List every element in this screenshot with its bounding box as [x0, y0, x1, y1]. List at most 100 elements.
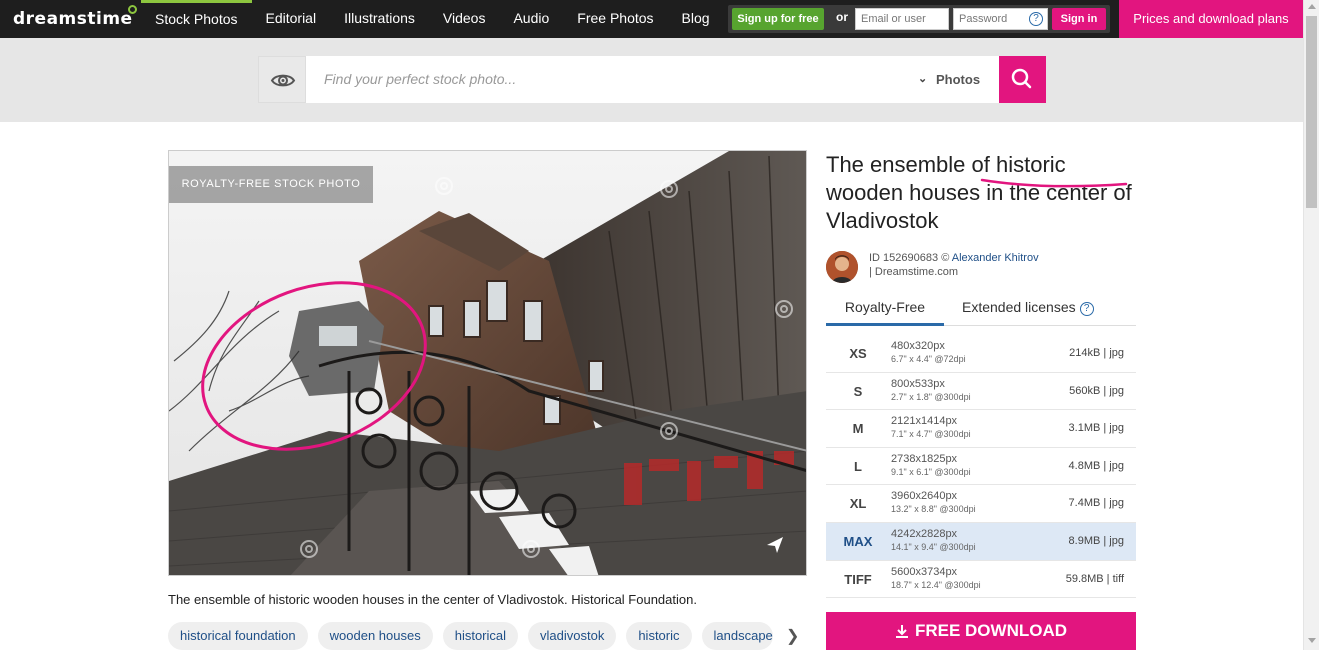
email-field[interactable]: Email or user [855, 8, 949, 30]
agency-label: | Dreamstime.com [869, 266, 959, 278]
logo-swirl-icon [127, 5, 137, 14]
tab-extended-label: Extended licenses [962, 299, 1076, 315]
or-label: or [836, 10, 848, 24]
nav-item-blog[interactable]: Blog [668, 0, 724, 38]
signup-button[interactable]: Sign up for free [732, 8, 824, 30]
size-code-label: M [852, 421, 864, 437]
author-link[interactable]: Alexander Khitrov [952, 252, 1039, 264]
size-file-label: 3.1MB | jpg [1068, 422, 1124, 435]
nav-item-free-photos[interactable]: Free Photos [563, 0, 667, 38]
size-option-max[interactable]: MAX 4242x2828px 14.1" x 9.4" @300dpi 8.9MB … [826, 522, 1136, 561]
eye-icon [270, 74, 296, 87]
nav-item-stock-photos[interactable]: Stock Photos [141, 0, 252, 38]
password-help-icon[interactable]: ? [1029, 12, 1043, 26]
free-download-button[interactable]: FREE DOWNLOAD [826, 612, 1136, 650]
royalty-free-badge: ROYALTY-FREE STOCK PHOTO [169, 166, 373, 203]
keyword-tag[interactable]: wooden houses [317, 622, 433, 650]
size-code-label: L [854, 458, 862, 474]
size-code-label: S [853, 383, 863, 399]
keyword-tags: historical foundation wooden houses histor… [168, 622, 783, 650]
dreamstime-logo[interactable]: dreamstime [13, 5, 137, 29]
search-type-label: Photos [936, 72, 981, 87]
size-option-tiff[interactable]: TIFF 5600x3734px 18.7" x 12.4" @300dpi 59.8… [826, 561, 1136, 599]
tab-royalty-free[interactable]: Royalty-Free [826, 292, 944, 326]
size-file-label: 8.9MB | jpg [1068, 534, 1124, 547]
size-code-label: MAX [843, 533, 873, 549]
image-metadata: ID 152690683 © Alexander Khitrov | Dream… [869, 251, 1039, 279]
size-px-label: 5600x3734px [891, 565, 958, 578]
size-file-label: 214kB | jpg [1069, 347, 1124, 359]
main-stock-photo[interactable]: ROYALTY-FREE STOCK PHOTO [168, 150, 807, 576]
logo-text: dreamstime [13, 9, 133, 29]
size-code-label: XL [849, 496, 867, 512]
size-file-label: 4.8MB | jpg [1068, 459, 1124, 472]
size-in-label: 2.7" x 1.8" @300dpi [891, 391, 971, 402]
password-placeholder: Password [959, 13, 1008, 25]
size-in-label: 7.1" x 4.7" @300dpi [891, 429, 971, 440]
scroll-thumb[interactable] [1306, 16, 1317, 208]
size-px-label: 800x533px [891, 377, 945, 390]
photo-illustration [169, 151, 806, 575]
keyword-tag[interactable]: vladivostok [528, 622, 617, 650]
size-option-s[interactable]: S 800x533px 2.7" x 1.8" @300dpi 560kB | jpg [826, 373, 1136, 411]
pink-underline-annotation [980, 178, 1128, 188]
author-avatar[interactable] [826, 251, 858, 283]
search-input[interactable]: Find your perfect stock photo... [306, 56, 908, 103]
size-file-label: 7.4MB | jpg [1068, 497, 1124, 510]
size-px-label: 2121x1414px [891, 415, 958, 428]
size-in-label: 18.7" x 12.4" @300dpi [891, 579, 981, 590]
signin-button[interactable]: Sign in [1052, 8, 1106, 30]
scroll-up-arrow-icon[interactable] [1308, 4, 1316, 9]
nav-item-editorial[interactable]: Editorial [252, 0, 331, 38]
size-px-label: 4242x2828px [891, 527, 958, 540]
size-in-label: 9.1" x 6.1" @300dpi [891, 466, 971, 477]
tags-next-arrow-icon[interactable]: ❯ [786, 626, 799, 646]
scroll-down-arrow-icon[interactable] [1308, 638, 1316, 643]
photo-caption: The ensemble of historic wooden houses i… [168, 592, 697, 607]
download-icon [895, 625, 908, 638]
size-px-label: 480x320px [891, 340, 945, 352]
top-navigation-bar: dreamstime Stock Photos Editorial Illustra… [0, 0, 1303, 38]
size-in-label: 14.1" x 9.4" @300dpi [891, 541, 976, 552]
page-scrollbar[interactable] [1303, 0, 1319, 650]
size-options-table: XS 480x320px 6.7" x 4.4" @72dpi 214kB | jpg… [826, 335, 1136, 599]
license-tabs: Royalty-Free Extended licenses? [826, 292, 1136, 326]
size-option-m[interactable]: M 2121x1414px 7.1" x 4.7" @300dpi 3.1MB | j… [826, 410, 1136, 448]
auth-bar: Sign up for free or Email or user Passwo… [728, 5, 1110, 33]
nav-item-videos[interactable]: Videos [429, 0, 500, 38]
visual-search-button[interactable] [258, 56, 306, 103]
copyright-symbol: © [941, 252, 950, 264]
password-field[interactable]: Password ? [953, 8, 1048, 30]
size-file-label: 560kB | jpg [1069, 384, 1124, 397]
size-code-label: XS [849, 346, 867, 361]
keyword-tag[interactable]: historical [442, 622, 519, 650]
keyword-tag[interactable]: historic [626, 622, 692, 650]
search-type-dropdown[interactable]: ⌄ Photos [908, 56, 999, 103]
tab-extended-licenses[interactable]: Extended licenses? [962, 292, 1094, 326]
size-option-xs[interactable]: XS 480x320px 6.7" x 4.4" @72dpi 214kB | jpg [826, 335, 1136, 373]
author-portrait-icon [826, 251, 858, 283]
size-code-label: TIFF [844, 571, 872, 587]
search-icon [1011, 68, 1032, 89]
size-in-label: 6.7" x 4.4" @72dpi [891, 354, 966, 364]
size-option-xl[interactable]: XL 3960x2640px 13.2" x 8.8" @300dpi 7.4MB |… [826, 485, 1136, 523]
prices-and-plans-button[interactable]: Prices and download plans [1119, 0, 1303, 38]
nav-item-audio[interactable]: Audio [499, 0, 563, 38]
share-icon[interactable] [765, 535, 785, 555]
search-button[interactable] [999, 56, 1046, 103]
page-title: The ensemble of historic wooden houses i… [826, 152, 1132, 233]
search-band: Find your perfect stock photo... ⌄ Photo… [0, 38, 1303, 122]
size-px-label: 3960x2640px [891, 490, 958, 503]
size-option-l[interactable]: L 2738x1825px 9.1" x 6.1" @300dpi 4.8MB | j… [826, 448, 1136, 486]
nav-item-illustrations[interactable]: Illustrations [330, 0, 429, 38]
size-in-label: 13.2" x 8.8" @300dpi [891, 504, 976, 515]
chevron-down-icon: ⌄ [918, 73, 928, 85]
keyword-tag[interactable]: landscape [701, 622, 773, 650]
size-px-label: 2738x1825px [891, 452, 958, 465]
extended-help-icon[interactable]: ? [1079, 302, 1094, 316]
main-nav: Stock Photos Editorial Illustrations Videos… [141, 0, 724, 38]
download-label: FREE DOWNLOAD [914, 621, 1068, 640]
image-id: ID 152690683 [869, 252, 939, 264]
keyword-tag[interactable]: historical foundation [168, 622, 308, 650]
size-file-label: 59.8MB | tiff [1065, 572, 1124, 585]
